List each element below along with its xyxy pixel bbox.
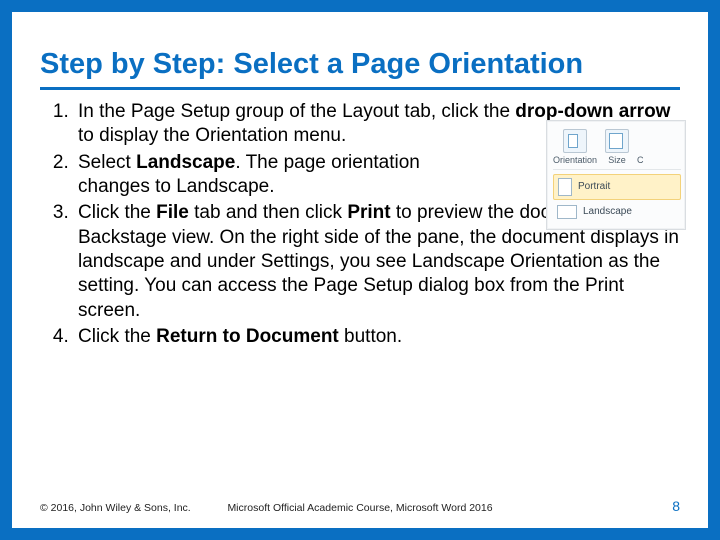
step-3-bold: File (156, 202, 189, 223)
orientation-inset-figure: Orientation Size C Portrait Landscape (546, 120, 686, 230)
inset-ribbon-orientation: Orientation (553, 129, 597, 167)
step-3-mid: tab and then click (189, 202, 347, 223)
inset-orientation-menu: Portrait Landscape (553, 174, 681, 222)
step-4-bold: Return to Document (156, 326, 339, 347)
inset-menu-portrait: Portrait (553, 174, 681, 200)
step-2: Select Landscape. The page orientation c… (74, 151, 478, 200)
inset-ribbon-size: Size (605, 129, 629, 167)
slide: Step by Step: Select a Page Orientation … (12, 12, 708, 528)
inset-ribbon-c: C (637, 155, 644, 167)
inset-menu-portrait-label: Portrait (578, 181, 610, 194)
inset-ribbon: Orientation Size C (553, 125, 681, 170)
slide-title: Step by Step: Select a Page Orientation (40, 48, 680, 81)
slide-footer: © 2016, John Wiley & Sons, Inc. Microsof… (40, 498, 680, 514)
step-1-bold: drop-down arrow (515, 101, 670, 122)
inset-menu-landscape: Landscape (553, 202, 681, 222)
step-3-pre: Click the (78, 202, 156, 223)
step-2-pre: Select (78, 152, 136, 173)
inset-c-label: C (637, 155, 644, 167)
step-1-post: to display the Orientation menu. (78, 125, 346, 146)
step-4-post: button. (339, 326, 402, 347)
inset-size-label: Size (608, 155, 626, 167)
step-1-pre: In the Page Setup group of the Layout ta… (78, 101, 515, 122)
slide-body: In the Page Setup group of the Layout ta… (40, 100, 680, 349)
portrait-page-icon (558, 178, 572, 196)
step-4-pre: Click the (78, 326, 156, 347)
orientation-icon (563, 129, 587, 153)
step-3-bold2: Print (347, 202, 390, 223)
size-icon (605, 129, 629, 153)
footer-center: Microsoft Official Academic Course, Micr… (40, 502, 680, 514)
step-4: Click the Return to Document button. (74, 325, 680, 349)
landscape-page-icon (557, 205, 577, 219)
inset-menu-landscape-label: Landscape (583, 206, 632, 219)
title-underline (40, 87, 680, 90)
step-2-bold: Landscape (136, 152, 235, 173)
inset-orientation-label: Orientation (553, 155, 597, 167)
